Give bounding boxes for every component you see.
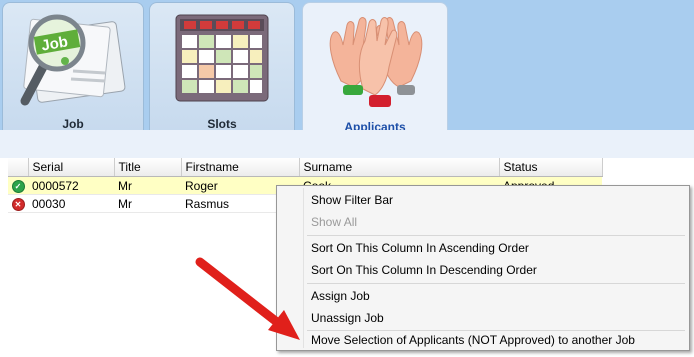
annotation-arrow-icon: [195, 257, 300, 340]
